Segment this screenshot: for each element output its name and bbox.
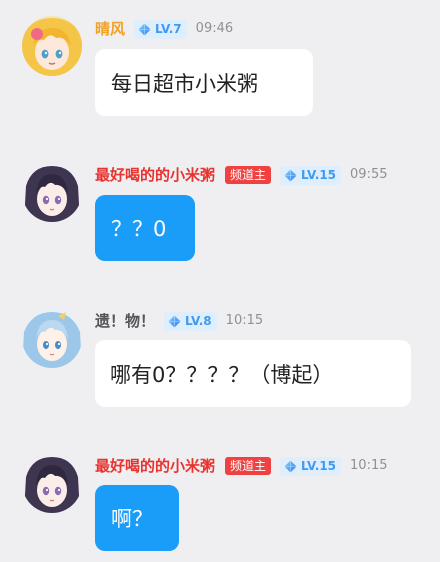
diamond-icon bbox=[284, 459, 297, 473]
message-bubble[interactable]: 哪有0？？？？（博起） bbox=[95, 340, 411, 407]
chat-message-list: 晴风 LV.7 09:46 每日超市小米粥 最好喝的的小米粥 频道主 LV.15… bbox=[0, 0, 440, 562]
message-text: 啊？ bbox=[111, 507, 153, 531]
message-header: 遗！物！ LV.8 10:15 bbox=[95, 310, 263, 332]
channel-owner-tag: 频道主 bbox=[225, 166, 272, 184]
message-bubble[interactable]: 啊？ bbox=[95, 485, 179, 551]
message-header: 最好喝的的小米粥 频道主 LV.15 09:55 bbox=[95, 164, 388, 186]
level-badge: LV.7 bbox=[134, 19, 187, 39]
level-badge: LV.15 bbox=[280, 165, 342, 185]
avatar-dark-hair-girl-icon[interactable] bbox=[22, 453, 82, 513]
level-label: LV.15 bbox=[301, 167, 337, 182]
message-time: 10:15 bbox=[350, 458, 388, 473]
sender-name[interactable]: 晴风 bbox=[95, 18, 125, 40]
message-time: 09:55 bbox=[350, 167, 388, 182]
diamond-icon bbox=[284, 168, 297, 182]
level-label: LV.8 bbox=[185, 313, 212, 328]
message-header: 最好喝的的小米粥 频道主 LV.15 10:15 bbox=[95, 455, 388, 477]
level-badge: LV.15 bbox=[280, 456, 342, 476]
avatar-blonde-girl-icon[interactable] bbox=[22, 16, 82, 76]
diamond-icon bbox=[138, 22, 151, 36]
level-label: LV.15 bbox=[301, 458, 337, 473]
message-header: 晴风 LV.7 09:46 bbox=[95, 18, 233, 40]
sender-name[interactable]: 遗！物！ bbox=[95, 310, 155, 332]
message-bubble[interactable]: ？？0 bbox=[95, 195, 195, 261]
diamond-icon bbox=[168, 314, 181, 328]
message-text: 每日超市小米粥 bbox=[111, 71, 258, 96]
sender-name[interactable]: 最好喝的的小米粥 bbox=[95, 164, 215, 186]
level-badge: LV.8 bbox=[164, 311, 217, 331]
avatar-blue-hair-girl-icon[interactable] bbox=[22, 308, 82, 368]
message-text: 哪有0？？？？（博起） bbox=[110, 362, 334, 387]
channel-owner-tag: 频道主 bbox=[225, 457, 272, 475]
level-label: LV.7 bbox=[155, 21, 182, 36]
message-bubble[interactable]: 每日超市小米粥 bbox=[95, 49, 313, 116]
sender-name[interactable]: 最好喝的的小米粥 bbox=[95, 455, 215, 477]
message-time: 09:46 bbox=[195, 21, 234, 36]
avatar-dark-hair-girl-icon[interactable] bbox=[22, 162, 82, 222]
message-text: ？？0 bbox=[111, 217, 167, 241]
message-time: 10:15 bbox=[225, 313, 264, 328]
